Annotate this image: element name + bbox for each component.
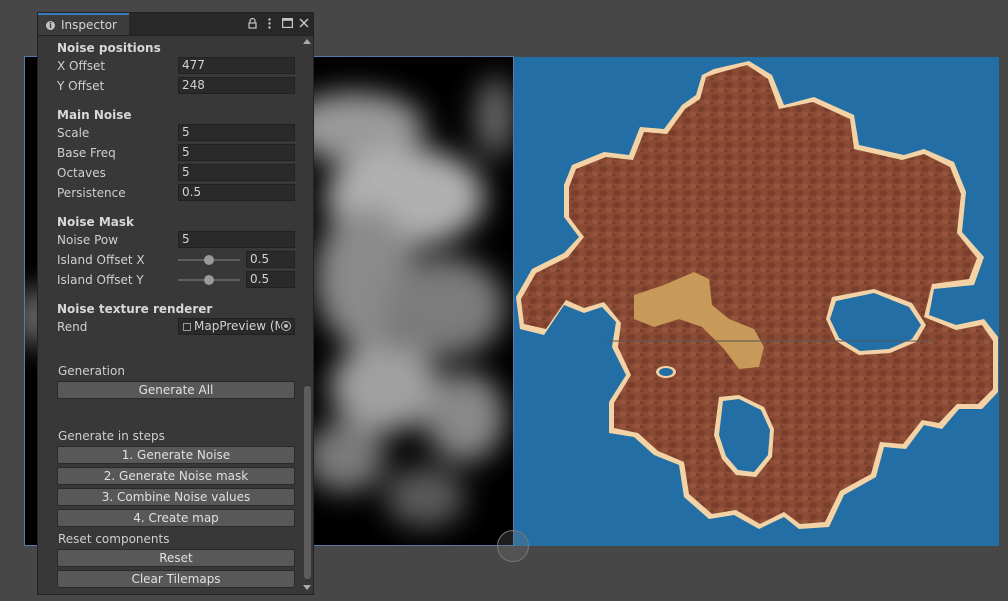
scroll-up-arrow-icon[interactable]: [303, 39, 311, 44]
island-offset-x-slider-thumb[interactable]: [204, 255, 214, 265]
kebab-menu-icon[interactable]: [261, 15, 277, 33]
noise-pow-label: Noise Pow: [57, 233, 119, 247]
island-offset-x-slider[interactable]: [178, 255, 240, 265]
island-offset-x-field[interactable]: 0.5: [246, 251, 295, 268]
inspector-tab[interactable]: i Inspector: [38, 13, 129, 35]
scale-label: Scale: [57, 126, 90, 140]
reset-button[interactable]: Reset: [57, 549, 295, 567]
inspector-content: Noise positions X Offset 477 Y Offset 24…: [38, 36, 302, 594]
x-offset-label: X Offset: [57, 59, 106, 73]
object-picker-icon[interactable]: [281, 321, 291, 331]
island-offset-y-field[interactable]: 0.5: [246, 271, 295, 288]
persistence-label: Persistence: [57, 186, 126, 200]
inspector-tab-bar: i Inspector: [38, 13, 313, 36]
generate-in-steps-label: Generate in steps: [58, 429, 165, 443]
noise-positions-header: Noise positions: [57, 41, 161, 55]
base-freq-label: Base Freq: [57, 146, 116, 160]
info-icon: i: [46, 20, 55, 30]
scale-field[interactable]: 5: [178, 124, 295, 141]
x-offset-field[interactable]: 477: [178, 57, 295, 74]
octaves-field[interactable]: 5: [178, 164, 295, 181]
tilemap-view: [514, 57, 999, 546]
rend-object-field[interactable]: MapPreview (M: [178, 318, 295, 335]
y-offset-field[interactable]: 248: [178, 77, 295, 94]
noise-pow-field[interactable]: 5: [178, 231, 295, 248]
base-freq-field[interactable]: 5: [178, 144, 295, 161]
island-offset-y-label: Island Offset Y: [57, 273, 144, 287]
island-offset-x-label: Island Offset X: [57, 253, 145, 267]
generation-label: Generation: [58, 364, 125, 378]
clear-tilemaps-button[interactable]: Clear Tilemaps: [57, 570, 295, 588]
generate-all-button[interactable]: Generate All: [57, 381, 295, 399]
close-icon[interactable]: [296, 15, 312, 33]
generate-noise-mask-button[interactable]: 2. Generate Noise mask: [57, 467, 295, 485]
island-offset-y-slider[interactable]: [178, 275, 240, 285]
octaves-label: Octaves: [57, 166, 106, 180]
inspector-scrollbar[interactable]: [302, 36, 313, 594]
noise-mask-header: Noise Mask: [57, 215, 135, 229]
island-map: [516, 61, 998, 529]
main-noise-header: Main Noise: [57, 108, 132, 122]
persistence-field[interactable]: 0.5: [178, 184, 295, 201]
maximize-icon[interactable]: [279, 15, 295, 33]
y-offset-label: Y Offset: [57, 79, 105, 93]
sprite-renderer-icon: [183, 323, 191, 331]
generate-noise-button[interactable]: 1. Generate Noise: [57, 446, 295, 464]
inspector-panel: i Inspector Noise positions X Offset 477…: [37, 12, 314, 595]
reset-components-label: Reset components: [58, 532, 170, 546]
scrollbar-thumb[interactable]: [304, 386, 311, 579]
combine-noise-values-button[interactable]: 3. Combine Noise values: [57, 488, 295, 506]
noise-texture-renderer-header: Noise texture renderer: [57, 302, 213, 316]
inspector-tab-title: Inspector: [61, 18, 117, 32]
scroll-down-arrow-icon[interactable]: [303, 585, 311, 590]
lock-icon[interactable]: [244, 15, 260, 33]
rend-label: Rend: [57, 320, 88, 334]
island-offset-y-slider-thumb[interactable]: [204, 275, 214, 285]
create-map-button[interactable]: 4. Create map: [57, 509, 295, 527]
rend-object-value: MapPreview (M: [194, 319, 280, 333]
scene-view-handle[interactable]: [497, 530, 529, 562]
